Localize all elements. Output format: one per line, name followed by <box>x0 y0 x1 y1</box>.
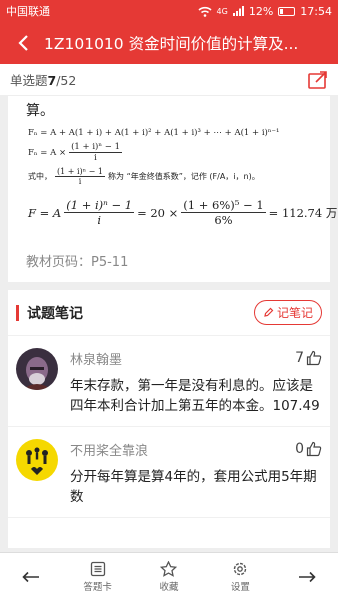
note-author[interactable]: 不用桨全靠浪 <box>70 440 295 459</box>
answer-card-tab[interactable]: 答题卡 <box>62 561 133 593</box>
calc-result: = 112.74 万元 <box>268 205 338 220</box>
avatar[interactable] <box>16 348 58 390</box>
explanation-card: 算。 Fₙ = A + A(1 + i) + A(1 + i)² + A(1 +… <box>8 96 338 282</box>
battery-percent: 12% <box>248 4 274 18</box>
note-meta: 不用桨全靠浪 0 <box>70 439 322 459</box>
note-item: 林泉翰墨 7 年末存款，第一年是没有利息的。应该是四年本利合计加上第五年的本金。… <box>8 336 330 427</box>
back-button[interactable] <box>8 22 38 64</box>
page-title: 1Z101010 资金时间价值的计算及... <box>44 35 299 53</box>
formula-line-1: Fₙ = A + A(1 + i) + A(1 + i)² + A(1 + i)… <box>28 128 280 138</box>
star-icon <box>160 560 178 577</box>
textbook-page-ref: 教材页码：P5-11 <box>26 255 129 270</box>
clock: 17:54 <box>300 4 332 18</box>
note-meta: 林泉翰墨 7 <box>70 348 322 368</box>
wifi-icon <box>198 6 212 17</box>
favorite-tab[interactable]: 收藏 <box>133 560 204 593</box>
calc-middle: = 20 × <box>137 205 179 220</box>
signal-icon <box>232 6 244 16</box>
calc-fraction-2: (1 + 6%)⁵ − 1 6% <box>181 198 266 227</box>
chevron-left-icon <box>18 35 28 51</box>
formula-fraction: (1 + i)ⁿ − 1i <box>55 167 106 186</box>
note-body: 不用桨全靠浪 0 分开每年算是算4年的，套用公式用5年期数 <box>70 439 322 507</box>
note-text: 分开每年算是算4年的，套用公式用5年期数 <box>70 469 317 505</box>
fraction-denominator: 6% <box>214 213 233 227</box>
thumbs-up-icon <box>306 350 322 366</box>
explanation-text: 算。 <box>26 103 54 119</box>
formula-block: 算。 Fₙ = A + A(1 + i) + A(1 + i)² + A(1 +… <box>8 96 338 241</box>
write-note-button[interactable]: 记笔记 <box>253 300 322 325</box>
like-count: 7 <box>295 350 304 366</box>
favorite-label: 收藏 <box>159 581 179 593</box>
pencil-icon <box>264 307 274 317</box>
gear-icon <box>234 562 247 575</box>
answer-card-label: 答题卡 <box>83 581 112 593</box>
question-type: 单选题 <box>10 73 48 88</box>
notes-header: 试题笔记 记笔记 <box>8 290 330 336</box>
user-avatar-image <box>16 348 58 390</box>
battery-icon <box>278 6 296 16</box>
notes-title: 试题笔记 <box>27 305 83 322</box>
note-author[interactable]: 林泉翰墨 <box>70 349 295 368</box>
question-header: 单选题7/52 <box>0 64 338 96</box>
arrow-left-icon <box>22 571 39 582</box>
avatar[interactable] <box>16 439 58 481</box>
bottom-toolbar: 答题卡 收藏 设置 <box>0 552 338 600</box>
fraction-numerator: (1 + 6%)⁵ − 1 <box>181 198 266 213</box>
question-current: 7 <box>47 73 57 88</box>
like-button[interactable]: 0 <box>295 441 322 457</box>
formula-fraction: (1 + i)ⁿ − 1i <box>69 142 122 163</box>
fraction-denominator: i <box>94 153 97 163</box>
fraction-denominator: i <box>97 213 101 227</box>
next-question-button[interactable] <box>276 571 338 583</box>
calculation-line: F = A (1 + i)ⁿ − 1i = 20 × (1 + 6%)⁵ − 1… <box>28 198 338 227</box>
note-text: 年末存款，第一年是没有利息的。应该是四年本利合计加上第五年的本金。107.49 <box>70 378 320 414</box>
thumbs-up-icon <box>306 441 322 457</box>
write-note-label: 记笔记 <box>276 306 313 320</box>
formula-line-2-prefix: Fₙ = A × <box>28 147 67 158</box>
share-icon[interactable] <box>308 70 328 89</box>
question-counter: 单选题7/52 <box>10 70 308 89</box>
formula-line-3: 式中， (1 + i)ⁿ − 1i 称为 “年金终值系数”，记作 (F/A，i，… <box>28 167 308 186</box>
formula-line-3-prefix: 式中， <box>28 172 52 181</box>
section-accent-bar <box>16 304 19 321</box>
notes-section: 试题笔记 记笔记 林泉翰墨 7 年末存款，第一年是没有利息的。应该是四年本利合计… <box>8 290 330 548</box>
calc-fraction-1: (1 + i)ⁿ − 1i <box>64 198 135 227</box>
user-avatar-image <box>16 439 58 481</box>
formula-line-3-suffix: 称为 “年金终值系数”，记作 (F/A，i，n)。 <box>108 172 260 181</box>
settings-label: 设置 <box>230 581 250 593</box>
app-bar: 1Z101010 资金时间价值的计算及... <box>0 22 338 64</box>
status-bar: 中国联通 4G 12% 17:54 <box>0 0 338 22</box>
like-count: 0 <box>295 441 304 457</box>
question-total: /52 <box>56 73 77 88</box>
previous-question-button[interactable] <box>0 571 62 583</box>
calc-prefix: F = A <box>28 205 62 220</box>
fraction-numerator: (1 + i)ⁿ − 1 <box>69 142 122 153</box>
fraction-numerator: (1 + i)ⁿ − 1 <box>55 167 106 177</box>
note-item: 不用桨全靠浪 0 分开每年算是算4年的，套用公式用5年期数 <box>8 427 330 518</box>
settings-tab[interactable]: 设置 <box>205 561 276 593</box>
answer-card-icon <box>90 561 105 576</box>
fraction-denominator: i <box>78 177 82 186</box>
arrow-right-icon <box>298 571 316 582</box>
like-button[interactable]: 7 <box>295 350 322 366</box>
network-type: 4G <box>216 6 228 16</box>
fraction-numerator: (1 + i)ⁿ − 1 <box>64 198 135 213</box>
note-body: 林泉翰墨 7 年末存款，第一年是没有利息的。应该是四年本利合计加上第五年的本金。… <box>70 348 322 416</box>
formula-line-2: Fₙ = A × (1 + i)ⁿ − 1i <box>28 142 308 163</box>
carrier-label: 中国联通 <box>6 5 50 18</box>
